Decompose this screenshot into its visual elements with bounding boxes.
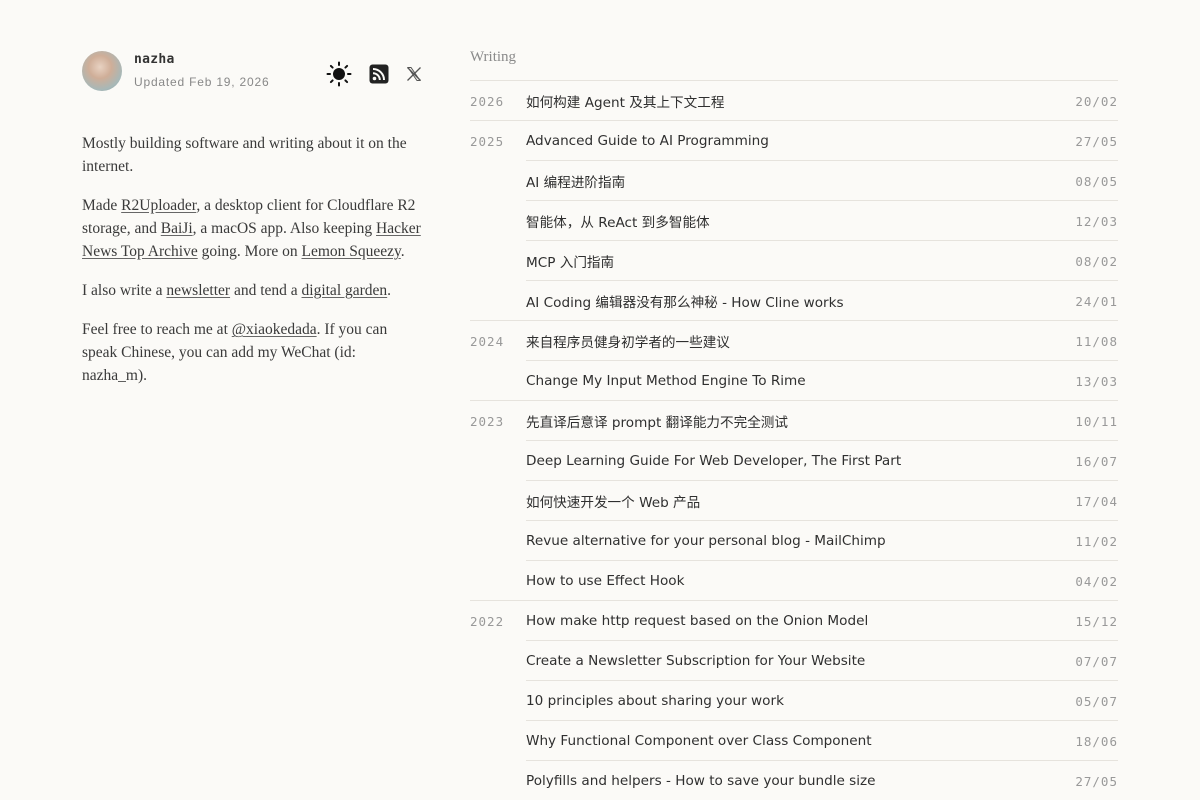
- post-date: 17/04: [1075, 493, 1118, 509]
- post-date: 27/05: [1075, 133, 1118, 149]
- contact-text: Feel free to reach me at: [82, 321, 232, 338]
- post-title-link[interactable]: 如何构建 Agent 及其上下文工程: [526, 91, 1075, 111]
- projects-text: Made: [82, 197, 122, 214]
- writing-text: I also write a: [82, 282, 167, 299]
- post-row[interactable]: AI Coding 编辑器没有那么神秘 - How Cline works 24/…: [470, 281, 1118, 321]
- post-year: 2024: [470, 333, 505, 349]
- writing-paragraph: I also write a newsletter and tend a dig…: [82, 279, 422, 302]
- intro-text: Mostly building software and writing abo…: [82, 135, 407, 175]
- post-row[interactable]: 2022 How make http request based on the O…: [470, 601, 1118, 641]
- projects-text: going. More on: [197, 243, 302, 260]
- page: nazha Updated Feb 19, 2026 Mostly buildi…: [0, 0, 1200, 800]
- post-row[interactable]: 如何快速开发一个 Web 产品 17/04: [470, 481, 1118, 521]
- post-title-link[interactable]: Change My Input Method Engine To Rime: [526, 373, 1075, 389]
- post-row[interactable]: How to use Effect Hook 04/02: [470, 561, 1118, 601]
- post-title-link[interactable]: 智能体，从 ReAct 到多智能体: [526, 211, 1075, 231]
- post-date: 16/07: [1075, 453, 1118, 469]
- avatar[interactable]: [82, 51, 122, 91]
- post-date: 15/12: [1075, 613, 1118, 629]
- intro: Mostly building software and writing abo…: [82, 132, 422, 387]
- post-date: 04/02: [1075, 573, 1118, 589]
- post-title-link[interactable]: How to use Effect Hook: [526, 573, 1075, 589]
- profile-text: nazha Updated Feb 19, 2026: [134, 52, 326, 89]
- post-title-link[interactable]: AI 编程进阶指南: [526, 171, 1075, 191]
- post-date: 18/06: [1075, 733, 1118, 749]
- post-row[interactable]: Revue alternative for your personal blog…: [470, 521, 1118, 561]
- post-list: 2026 如何构建 Agent 及其上下文工程 20/02 2025 Advanced …: [470, 81, 1118, 800]
- post-date: 11/08: [1075, 333, 1118, 349]
- baiji-link[interactable]: BaiJi: [161, 220, 193, 237]
- lemon-squeezy-link[interactable]: Lemon Squeezy: [302, 243, 401, 260]
- contact-paragraph: Feel free to reach me at @xiaokedada. If…: [82, 318, 422, 387]
- r2uploader-link[interactable]: R2Uploader: [121, 197, 196, 214]
- post-year: 2022: [470, 613, 505, 629]
- post-row[interactable]: AI 编程进阶指南 08/05: [470, 161, 1118, 201]
- post-date: 12/03: [1075, 213, 1118, 229]
- post-row[interactable]: 2025 Advanced Guide to AI Programming 27/0…: [470, 121, 1118, 161]
- post-title-link[interactable]: How make http request based on the Onion…: [526, 613, 1075, 629]
- profile-header: nazha Updated Feb 19, 2026: [82, 50, 422, 92]
- post-row[interactable]: 2026 如何构建 Agent 及其上下文工程 20/02: [470, 81, 1118, 121]
- post-row[interactable]: Polyfills and helpers - How to save your…: [470, 761, 1118, 800]
- post-title-link[interactable]: 10 principles about sharing your work: [526, 693, 1075, 709]
- post-row[interactable]: 智能体，从 ReAct 到多智能体 12/03: [470, 201, 1118, 241]
- post-year: 2023: [470, 413, 505, 429]
- post-row[interactable]: 2023 先直译后意译 prompt 翻译能力不完全测试 10/11: [470, 401, 1118, 441]
- sun-icon[interactable]: [326, 61, 352, 87]
- projects-paragraph: Made R2Uploader, a desktop client for Cl…: [82, 194, 422, 263]
- post-row[interactable]: 2024 来自程序员健身初学者的一些建议 11/08: [470, 321, 1118, 361]
- rss-icon[interactable]: [369, 64, 389, 84]
- post-date: 07/07: [1075, 653, 1118, 669]
- post-date: 10/11: [1075, 413, 1118, 429]
- post-date: 08/02: [1075, 253, 1118, 269]
- post-date: 27/05: [1075, 773, 1118, 789]
- section-title: Writing: [470, 46, 1118, 81]
- post-year: 2025: [470, 133, 505, 149]
- writing-text: and tend a: [230, 282, 302, 299]
- post-title-link[interactable]: MCP 入门指南: [526, 251, 1075, 271]
- digital-garden-link[interactable]: digital garden: [302, 282, 388, 299]
- post-title-link[interactable]: 来自程序员健身初学者的一些建议: [526, 331, 1075, 351]
- post-date: 24/01: [1075, 293, 1118, 309]
- post-row[interactable]: 10 principles about sharing your work 05/…: [470, 681, 1118, 721]
- post-title-link[interactable]: Deep Learning Guide For Web Developer, T…: [526, 453, 1075, 469]
- post-row[interactable]: Why Functional Component over Class Comp…: [470, 721, 1118, 761]
- twitter-handle-link[interactable]: @xiaokedada: [232, 321, 317, 338]
- post-year: 2026: [470, 93, 505, 109]
- intro-paragraph: Mostly building software and writing abo…: [82, 132, 422, 178]
- post-title-link[interactable]: Create a Newsletter Subscription for You…: [526, 653, 1075, 669]
- post-date: 08/05: [1075, 173, 1118, 189]
- header-icons: [326, 61, 422, 87]
- post-title-link[interactable]: AI Coding 编辑器没有那么神秘 - How Cline works: [526, 291, 1075, 311]
- writing-text: .: [387, 282, 392, 299]
- updated-date: Updated Feb 19, 2026: [134, 74, 270, 89]
- writing-section: Writing 2026 如何构建 Agent 及其上下文工程 20/02 2025 A…: [470, 46, 1118, 800]
- post-date: 13/03: [1075, 373, 1118, 389]
- post-title-link[interactable]: 如何快速开发一个 Web 产品: [526, 491, 1075, 511]
- newsletter-link[interactable]: newsletter: [166, 282, 230, 299]
- x-icon[interactable]: [406, 66, 422, 82]
- post-row[interactable]: Deep Learning Guide For Web Developer, T…: [470, 441, 1118, 481]
- post-row[interactable]: MCP 入门指南 08/02: [470, 241, 1118, 281]
- post-title-link[interactable]: Advanced Guide to AI Programming: [526, 133, 1075, 149]
- post-title-link[interactable]: Why Functional Component over Class Comp…: [526, 733, 1075, 749]
- post-date: 05/07: [1075, 693, 1118, 709]
- post-title-link[interactable]: Polyfills and helpers - How to save your…: [526, 773, 1075, 789]
- post-date: 11/02: [1075, 533, 1118, 549]
- left-column: nazha Updated Feb 19, 2026 Mostly buildi…: [82, 50, 422, 403]
- projects-text: .: [400, 243, 405, 260]
- post-date: 20/02: [1075, 93, 1118, 109]
- projects-text: , a macOS app. Also keeping: [192, 220, 377, 237]
- post-row[interactable]: Change My Input Method Engine To Rime 13/…: [470, 361, 1118, 401]
- author-name[interactable]: nazha: [134, 52, 326, 68]
- post-row[interactable]: Create a Newsletter Subscription for You…: [470, 641, 1118, 681]
- post-title-link[interactable]: Revue alternative for your personal blog…: [526, 533, 1075, 549]
- post-title-link[interactable]: 先直译后意译 prompt 翻译能力不完全测试: [526, 411, 1075, 431]
